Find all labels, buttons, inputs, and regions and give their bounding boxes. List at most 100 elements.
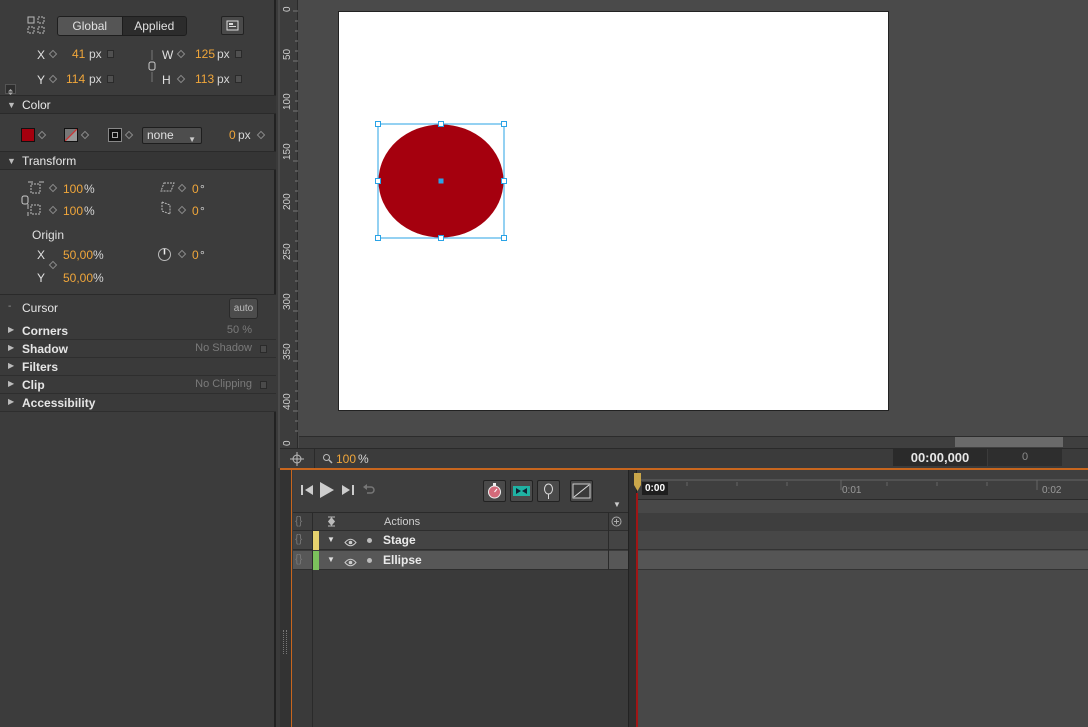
undo-icon[interactable] — [362, 484, 375, 499]
corners-section[interactable]: ▶ Corners 50 % — [0, 322, 276, 340]
scale-x-keyframe-icon[interactable] — [48, 183, 58, 193]
origin-x-value[interactable]: 50,00 — [63, 248, 93, 262]
rotation-keyframe-icon[interactable] — [177, 249, 187, 259]
clip-checkbox[interactable] — [260, 381, 267, 389]
expand-position-icon[interactable] — [5, 84, 16, 95]
layer-row[interactable]: {} ▼ Stage — [293, 531, 628, 550]
add-action-icon[interactable] — [611, 516, 622, 530]
chevron-down-icon[interactable]: ▼ — [613, 500, 621, 509]
auto-keyframe-button[interactable] — [483, 480, 506, 502]
w-value[interactable]: 125 — [195, 47, 215, 61]
playhead-handle[interactable] — [634, 473, 641, 493]
transform-section-header[interactable]: ▼ Transform — [0, 151, 276, 170]
fill-keyframe-icon[interactable] — [37, 130, 47, 140]
collapse-triangle-icon: ▼ — [7, 156, 16, 166]
global-toggle-button[interactable]: Global — [58, 17, 122, 35]
element-type-icon — [27, 16, 46, 35]
layer-name[interactable]: Stage — [383, 533, 416, 547]
auto-transition-button[interactable] — [510, 480, 533, 502]
frame-display[interactable]: 0 — [988, 449, 1062, 466]
ellipse-track[interactable] — [637, 551, 1088, 570]
crosshair-icon[interactable] — [290, 452, 304, 469]
stroke-style-keyframe-icon[interactable] — [124, 130, 134, 140]
stage-track[interactable] — [637, 531, 1088, 550]
accessibility-section[interactable]: ▶ Accessibility — [0, 394, 276, 412]
skew-x-value[interactable]: 0 — [192, 182, 199, 196]
skew-y-value[interactable]: 0 — [192, 204, 199, 218]
zoom-icon[interactable] — [322, 453, 333, 467]
ellipse-selection[interactable] — [374, 120, 510, 242]
layer-row[interactable]: {} ▼ Ellipse — [293, 551, 628, 570]
horizontal-scrollbar-thumb[interactable] — [955, 437, 1063, 447]
layer-name[interactable]: Ellipse — [383, 553, 422, 567]
stroke-style-select[interactable]: none ▼ — [142, 127, 202, 144]
play-icon[interactable] — [319, 481, 335, 502]
x-unit[interactable]: px — [89, 47, 102, 61]
layer-expand-triangle-icon[interactable]: ▼ — [327, 535, 335, 544]
shadow-section[interactable]: ▶ Shadow No Shadow — [0, 340, 276, 358]
x-checkbox[interactable] — [107, 50, 114, 58]
actions-braces-icon[interactable]: {} — [295, 515, 302, 527]
easing-button[interactable] — [570, 480, 593, 502]
eye-icon[interactable] — [344, 536, 357, 550]
zoom-unit: % — [358, 452, 369, 466]
column-divider — [608, 513, 609, 570]
column-divider — [312, 513, 313, 727]
stroke-width-unit[interactable]: px — [238, 128, 251, 142]
layer-actions-icon[interactable]: {} — [295, 533, 302, 545]
y-value[interactable]: 114 — [66, 72, 85, 86]
timeline-tracks[interactable] — [637, 470, 1088, 727]
h-keyframe-icon[interactable] — [176, 74, 186, 84]
skew-x-keyframe-icon[interactable] — [177, 183, 187, 193]
layer-expand-triangle-icon[interactable]: ▼ — [327, 555, 335, 564]
shadow-checkbox[interactable] — [260, 345, 267, 353]
skew-y-keyframe-icon[interactable] — [177, 205, 187, 215]
lock-dot-icon[interactable] — [367, 558, 372, 563]
clip-section[interactable]: ▶ Clip No Clipping — [0, 376, 276, 394]
scale-y-value[interactable]: 100 — [63, 204, 83, 218]
eye-icon[interactable] — [344, 556, 357, 570]
applied-toggle-button[interactable]: Applied — [121, 17, 186, 35]
fill-color-swatch[interactable] — [21, 128, 35, 142]
transform-origin-point — [438, 178, 444, 184]
time-display[interactable]: 00:00,000 — [893, 449, 987, 466]
go-to-start-icon[interactable] — [300, 484, 314, 499]
y-checkbox[interactable] — [107, 75, 114, 83]
w-keyframe-icon[interactable] — [176, 49, 186, 59]
stroke-width-value[interactable]: 0 — [229, 128, 236, 142]
scale-x-value[interactable]: 100 — [63, 182, 83, 196]
pin-button[interactable] — [537, 480, 560, 502]
timeline-ruler[interactable]: 0:01 0:02 0:00 — [637, 470, 1088, 500]
stroke-style-swatch[interactable] — [108, 128, 122, 142]
lock-dot-icon[interactable] — [367, 538, 372, 543]
origin-keyframe-icon[interactable] — [48, 260, 58, 270]
layout-presets-button[interactable] — [221, 16, 244, 35]
x-value[interactable]: 41 — [72, 47, 85, 61]
origin-y-value[interactable]: 50,00 — [63, 271, 93, 285]
layer-actions-icon[interactable]: {} — [295, 553, 302, 565]
cursor-auto-button[interactable]: auto — [229, 298, 258, 319]
h-label: H — [162, 73, 171, 87]
origin-x-percent: % — [93, 248, 104, 262]
go-to-end-icon[interactable] — [341, 484, 355, 499]
h-checkbox[interactable] — [235, 75, 242, 83]
resize-grip-icon[interactable] — [283, 630, 287, 654]
w-checkbox[interactable] — [235, 50, 242, 58]
stroke-width-keyframe-icon[interactable] — [256, 130, 266, 140]
rotation-value[interactable]: 0 — [192, 248, 199, 262]
x-keyframe-icon[interactable] — [48, 49, 58, 59]
w-unit[interactable]: px — [217, 47, 230, 61]
h-value[interactable]: 113 — [195, 72, 214, 86]
filters-section[interactable]: ▶ Filters — [0, 358, 276, 376]
zoom-value[interactable]: 100 — [336, 452, 356, 466]
playhead-line — [636, 493, 638, 727]
color-section-header[interactable]: ▼ Color — [0, 95, 276, 114]
y-unit[interactable]: px — [89, 72, 102, 86]
y-keyframe-icon[interactable] — [48, 74, 58, 84]
link-dimensions-icon[interactable] — [148, 48, 156, 84]
stroke-color-swatch[interactable] — [64, 128, 78, 142]
stroke-color-keyframe-icon[interactable] — [80, 130, 90, 140]
scale-y-keyframe-icon[interactable] — [48, 205, 58, 215]
h-unit[interactable]: px — [217, 72, 230, 86]
collapse-all-icon[interactable] — [327, 516, 336, 530]
